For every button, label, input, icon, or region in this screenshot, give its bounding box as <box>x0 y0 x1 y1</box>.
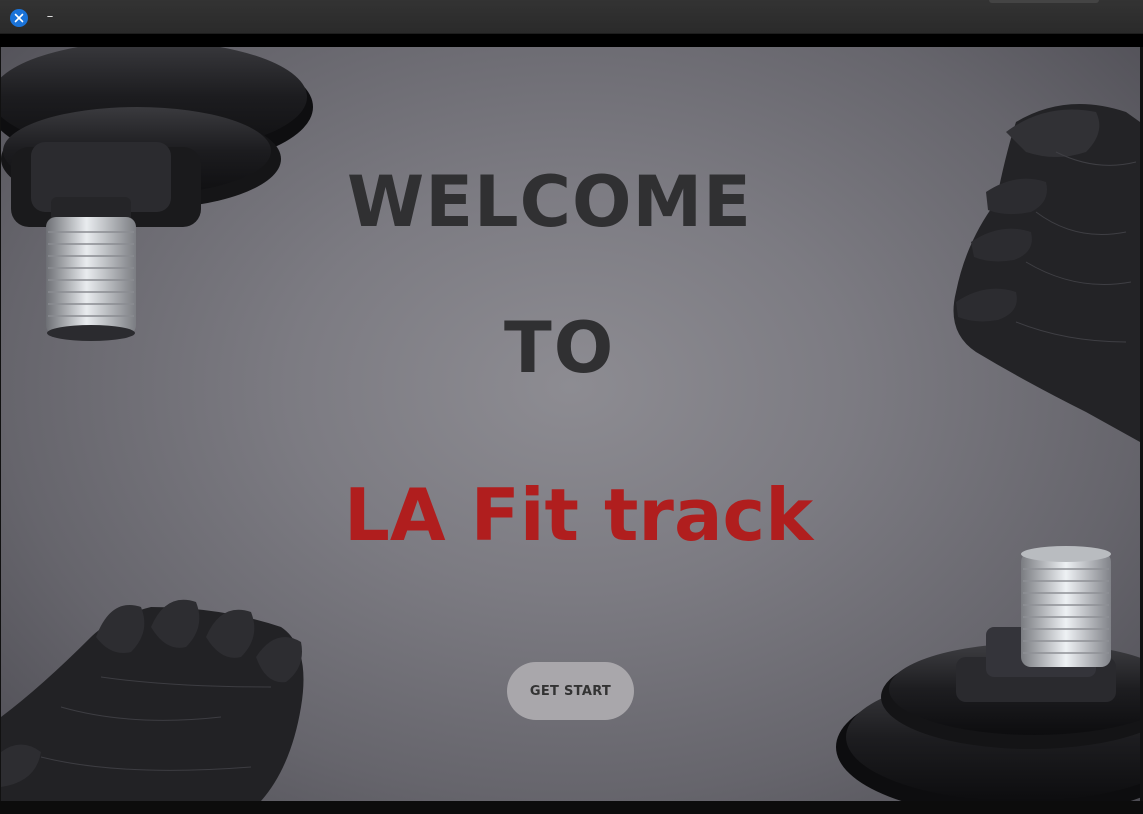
welcome-screen: WELCOME TO LA Fit track GET START <box>1 47 1140 801</box>
app-name-heading: LA Fit track <box>344 473 814 557</box>
weight-plate-image <box>1 47 313 341</box>
close-icon <box>14 13 24 23</box>
window-top-strip <box>0 34 1143 47</box>
get-start-button[interactable]: GET START <box>507 662 634 720</box>
app-window: – WELCOME TO LA Fit track GET START <box>0 0 1143 814</box>
glove-image-bottom <box>1 599 304 801</box>
welcome-heading: WELCOME <box>347 161 752 243</box>
minimize-button[interactable]: – <box>42 8 58 26</box>
weight-plate-image-bottom <box>836 546 1140 801</box>
window-bottom-strip <box>0 801 1143 814</box>
glove-image <box>953 104 1140 442</box>
title-bar: – <box>0 0 1143 34</box>
to-heading: TO <box>504 307 616 389</box>
close-button[interactable] <box>10 9 28 27</box>
title-bar-accent <box>989 0 1099 3</box>
